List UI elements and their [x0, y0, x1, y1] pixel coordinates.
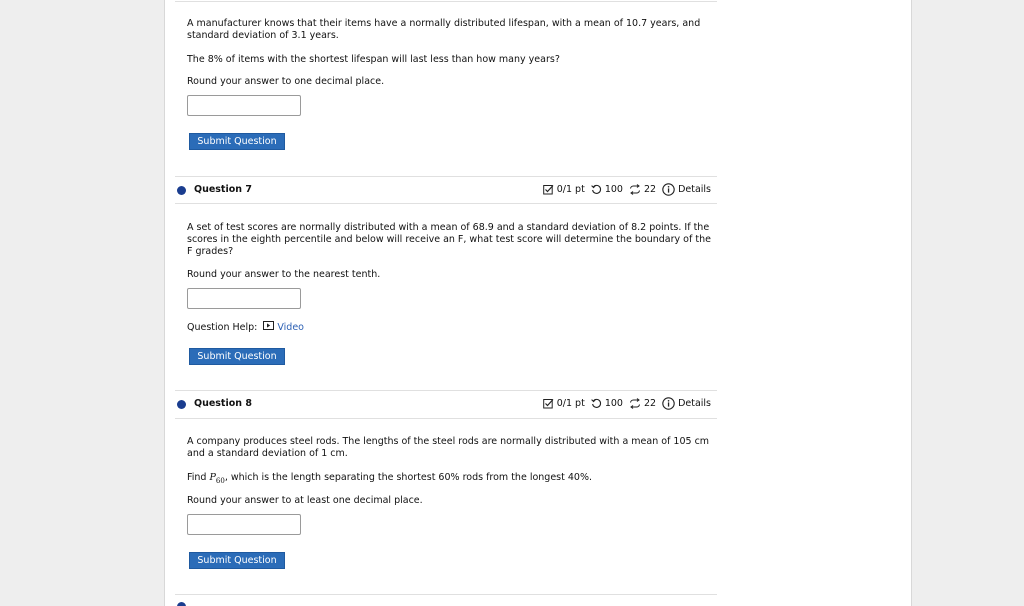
q7-text-line1: A set of test scores are normally distri… [187, 222, 710, 233]
q8-text-line2: and a standard deviation of 1 cm. [187, 448, 348, 459]
q7-text-line3: F grades? [187, 246, 234, 257]
checkbox-score-icon [542, 398, 554, 409]
q8-p-sub: 60 [215, 476, 225, 485]
q6-text-line1: A manufacturer knows that their items ha… [187, 18, 701, 29]
checkbox-score-icon [542, 184, 554, 195]
q8-versions-text: 22 [643, 398, 657, 409]
q6-text-line2: standard deviation of 3.1 years. [187, 30, 339, 41]
q8-score: 0/1 pt [542, 398, 585, 409]
q8-find-prefix: Find [187, 472, 210, 483]
q8-submit-button[interactable]: Submit Question [189, 552, 285, 569]
video-icon [263, 321, 275, 333]
q7-meta: 0/1 pt 100 22 Details [542, 183, 711, 196]
q7-versions: 22 [629, 184, 656, 195]
q8-versions: 22 [629, 398, 656, 409]
q8-score-text: 0/1 pt [556, 398, 585, 409]
q8-details-label: Details [678, 398, 711, 409]
q8-text: A company produces steel rods. The lengt… [187, 436, 715, 460]
retry-icon [591, 184, 602, 195]
q7-versions-text: 22 [643, 184, 657, 195]
assignment-page: A manufacturer knows that their items ha… [164, 0, 912, 606]
q7-submit-button[interactable]: Submit Question [189, 348, 285, 365]
q7-tries-text: 100 [604, 184, 623, 195]
q7-header: Question 7 0/1 pt 100 22 Details [175, 181, 717, 201]
q8-find-suffix: , which is the length separating the sho… [224, 472, 592, 483]
q7-video-label: Video [277, 321, 304, 333]
q9-status-dot [177, 602, 186, 606]
q8-answer-input[interactable] [187, 514, 301, 535]
versions-icon [629, 398, 641, 409]
info-icon [662, 183, 675, 196]
q8-text-line1: A company produces steel rods. The lengt… [187, 436, 710, 447]
q7-tries: 100 [591, 184, 623, 195]
q7-video-link[interactable]: Video [263, 321, 304, 333]
q6-round: Round your answer to one decimal place. [187, 76, 385, 87]
q8-header: Question 8 0/1 pt 100 22 Details [175, 395, 717, 415]
divider [175, 418, 717, 419]
q7-text: A set of test scores are normally distri… [187, 222, 715, 258]
q7-question-help: Question Help: Video [187, 321, 304, 333]
q7-details-link[interactable]: Details [662, 183, 711, 196]
divider [175, 1, 717, 2]
q7-score-text: 0/1 pt [556, 184, 585, 195]
q6-answer-input[interactable] [187, 95, 301, 116]
q7-title: Question 7 [194, 184, 252, 195]
divider [175, 594, 717, 595]
divider [175, 203, 717, 204]
q6-submit-button[interactable]: Submit Question [189, 133, 285, 150]
q8-status-dot [177, 400, 186, 409]
q6-question: The 8% of items with the shortest lifesp… [187, 54, 560, 65]
q8-meta: 0/1 pt 100 22 Details [542, 397, 711, 410]
q8-find: Find P60, which is the length separating… [187, 472, 715, 487]
versions-icon [629, 184, 641, 195]
q8-p60: P60 [209, 472, 225, 485]
q7-status-dot [177, 186, 186, 195]
q7-help-label: Question Help: [187, 321, 258, 333]
q8-round: Round your answer to at least one decima… [187, 495, 423, 506]
q8-details-link[interactable]: Details [662, 397, 711, 410]
retry-icon [591, 398, 602, 409]
divider [175, 390, 717, 391]
q8-tries-text: 100 [604, 398, 623, 409]
q8-tries: 100 [591, 398, 623, 409]
q7-score: 0/1 pt [542, 184, 585, 195]
q8-title: Question 8 [194, 398, 252, 409]
q7-round: Round your answer to the nearest tenth. [187, 269, 381, 280]
q7-answer-input[interactable] [187, 288, 301, 309]
q7-text-line2: scores in the eighth percentile and belo… [187, 234, 711, 245]
info-icon [662, 397, 675, 410]
divider [175, 176, 717, 177]
q6-text: A manufacturer knows that their items ha… [187, 18, 715, 42]
q7-details-label: Details [678, 184, 711, 195]
